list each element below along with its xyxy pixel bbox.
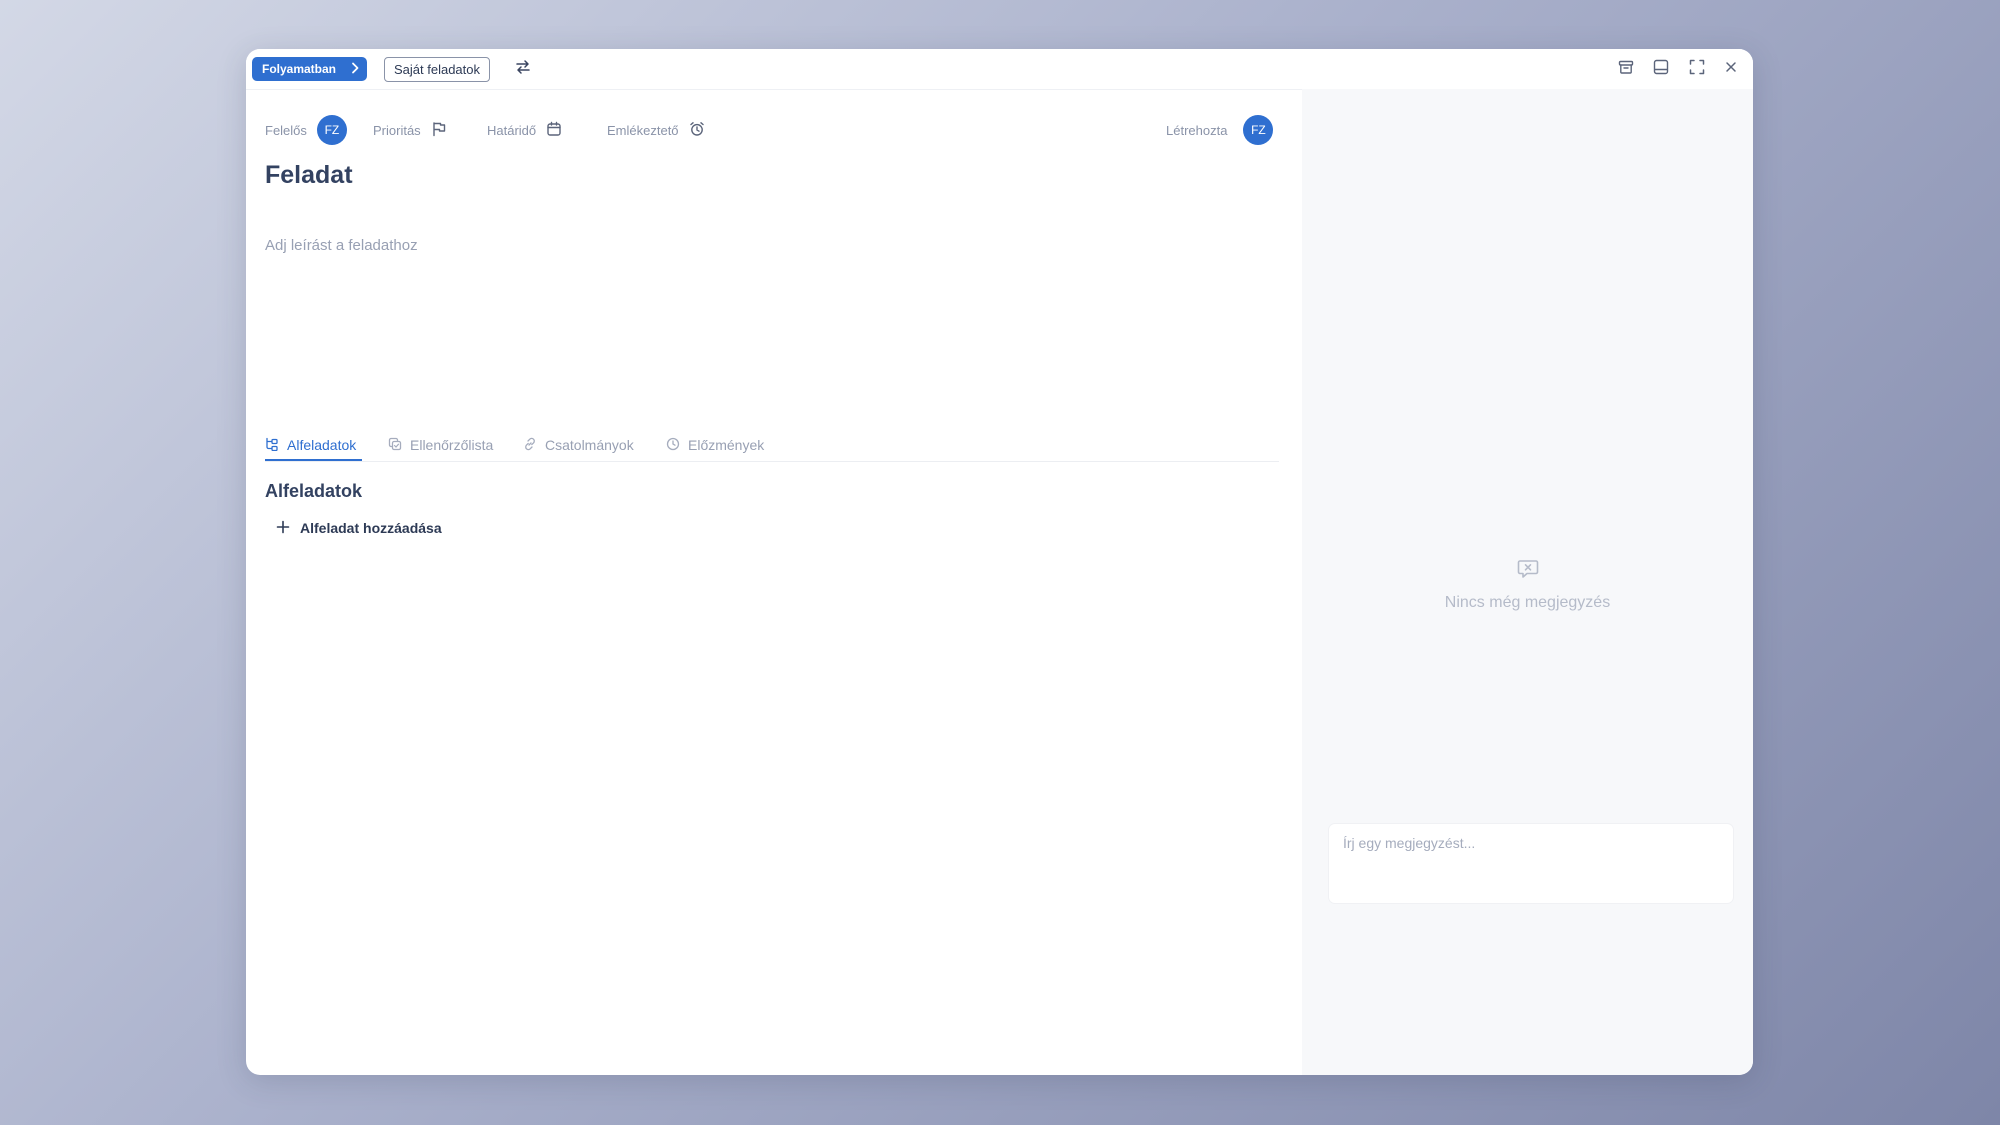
tab-history-label: Előzmények <box>688 437 765 453</box>
history-icon <box>666 437 680 454</box>
priority-label: Prioritás <box>373 122 421 138</box>
comments-empty-state: Nincs még megjegyzés <box>1302 557 1753 612</box>
close-icon <box>1724 60 1738 79</box>
panel-bottom-icon <box>1653 59 1669 80</box>
list-label: Saját feladatok <box>394 62 481 77</box>
add-subtask-button[interactable]: Alfeladat hozzáadása <box>276 517 442 539</box>
archive-icon <box>1618 59 1634 80</box>
modal-topbar: Folyamatban Saját feladatok <box>246 49 1753 90</box>
priority-field[interactable]: Prioritás <box>373 115 447 145</box>
reminder-label: Emlékeztető <box>607 122 679 138</box>
status-dropdown[interactable]: Folyamatban <box>252 57 367 81</box>
task-tabs: Alfeladatok Ellenőrzőlista Csatolmányok … <box>265 431 1279 462</box>
comment-input[interactable] <box>1341 834 1715 852</box>
list-selector-button[interactable]: Saját feladatok <box>384 57 491 82</box>
tab-attachments[interactable]: Csatolmányok <box>523 431 634 461</box>
comment-composer <box>1329 824 1733 903</box>
flag-icon <box>431 121 447 140</box>
chevron-right-icon <box>350 62 360 77</box>
add-subtask-label: Alfeladat hozzáadása <box>300 520 442 536</box>
close-button[interactable] <box>1721 59 1741 79</box>
creator-avatar: FZ <box>1243 115 1274 145</box>
calendar-icon <box>546 121 562 140</box>
message-x-icon <box>1516 557 1540 586</box>
task-modal: Folyamatban Saját feladatok Felelős FZ P… <box>246 49 1753 1075</box>
reminder-field[interactable]: Emlékeztető <box>607 115 705 145</box>
tab-attachments-label: Csatolmányok <box>545 437 634 453</box>
subtasks-icon <box>265 437 279 454</box>
assignee-label: Felelős <box>265 122 307 138</box>
deadline-label: Határidő <box>487 122 537 138</box>
description-field[interactable]: Adj leírást a feladathoz <box>265 237 418 254</box>
status-label: Folyamatban <box>262 62 337 76</box>
tab-history[interactable]: Előzmények <box>666 431 764 461</box>
tab-checklist-label: Ellenőrzőlista <box>410 437 494 453</box>
panel-toggle-button[interactable] <box>1651 59 1671 79</box>
alarm-clock-icon <box>689 121 705 140</box>
link-icon <box>523 437 537 454</box>
checklist-icon <box>388 437 402 454</box>
swap-arrows-icon <box>515 59 531 79</box>
plus-icon <box>276 518 290 539</box>
archive-button[interactable] <box>1616 59 1636 79</box>
tab-subtasks-label: Alfeladatok <box>287 437 357 453</box>
fullscreen-button[interactable] <box>1687 59 1707 79</box>
task-title[interactable]: Feladat <box>265 161 353 190</box>
fullscreen-icon <box>1689 59 1705 80</box>
swap-button[interactable] <box>511 57 535 81</box>
comments-empty-message: Nincs még megjegyzés <box>1444 594 1611 611</box>
assignee-field[interactable]: Felelős FZ <box>265 115 347 145</box>
tab-subtasks[interactable]: Alfeladatok <box>265 431 362 461</box>
assignee-avatar: FZ <box>316 115 347 145</box>
tab-checklist[interactable]: Ellenőrzőlista <box>388 431 493 461</box>
creator-label: Létrehozta <box>1166 122 1228 138</box>
comments-pane: Nincs még megjegyzés <box>1302 89 1753 1075</box>
deadline-field[interactable]: Határidő <box>487 115 562 145</box>
subtasks-section-title: Alfeladatok <box>265 481 363 501</box>
creator-field: Létrehozta FZ <box>1166 115 1274 145</box>
